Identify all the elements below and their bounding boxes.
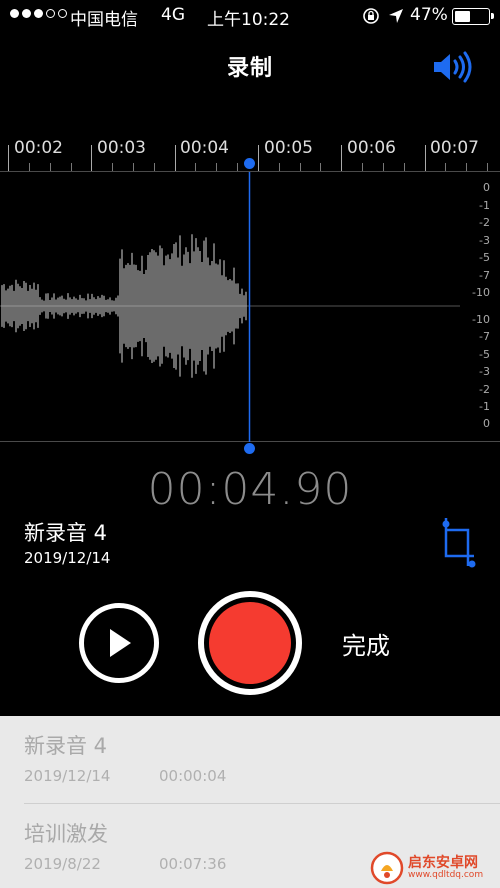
ruler-tick (487, 163, 488, 171)
elapsed-time: 00:04.90 (147, 464, 353, 515)
ruler-tick (49, 163, 51, 171)
play-icon (110, 629, 131, 657)
ruler-tick (28, 163, 30, 171)
ruler-tick (424, 145, 426, 171)
ruler-tick (237, 163, 239, 171)
ruler-tick (70, 163, 72, 171)
watermark: 启东安卓网 www.qdltdq.com (370, 848, 500, 888)
battery-percent: 47% (410, 5, 448, 25)
ruler-label: 00:07 (430, 138, 479, 158)
db-label: -2 (479, 216, 490, 229)
rotation-lock-icon (363, 8, 379, 24)
db-label: -10 (472, 286, 490, 299)
ruler-tick (382, 163, 384, 171)
db-label: -1 (479, 199, 490, 212)
ruler-tick (112, 163, 114, 171)
ruler-tick (466, 163, 468, 171)
list-item-name: 新录音 4 (24, 734, 108, 758)
db-label: -5 (479, 348, 490, 361)
list-item-duration: 00:07:36 (159, 855, 227, 873)
ruler-tick (257, 145, 259, 171)
network-type: 4G (161, 5, 185, 25)
ruler-tick (299, 163, 301, 171)
ruler-label: 00:02 (14, 138, 63, 158)
record-button[interactable] (198, 591, 302, 695)
ruler-tick (153, 163, 155, 171)
list-item-duration: 00:00:04 (159, 767, 227, 785)
ruler-label: 00:04 (180, 138, 229, 158)
list-item-name: 培训激发 (24, 822, 108, 846)
carrier-name: 中国电信 (70, 10, 138, 30)
trim-icon[interactable] (440, 516, 478, 568)
battery-icon (452, 8, 494, 25)
ruler-tick (341, 145, 343, 171)
db-label: -2 (479, 383, 490, 396)
ruler-label: 00:05 (264, 138, 313, 158)
speaker-icon[interactable] (432, 50, 476, 84)
watermark-url: www.qdltdq.com (408, 869, 484, 880)
ruler-tick (278, 163, 280, 171)
ruler-tick (320, 163, 322, 171)
db-label: 0 (483, 181, 490, 194)
list-item-date: 2019/12/14 (24, 767, 111, 785)
list-item[interactable]: 新录音 4 2019/12/14 00:00:04 (0, 716, 500, 804)
ruler-label: 00:03 (97, 138, 146, 158)
ruler-label: 00:06 (347, 138, 396, 158)
ruler-tick (91, 145, 93, 171)
db-label: -5 (479, 251, 490, 264)
db-label: 0 (483, 417, 490, 430)
record-icon (209, 602, 291, 684)
playhead-top-handle[interactable] (244, 158, 255, 169)
db-label: -7 (479, 269, 490, 282)
done-button[interactable]: 完成 (342, 626, 390, 661)
status-time: 上午10:22 (207, 10, 290, 30)
ruler-tick (445, 163, 447, 171)
db-label: -10 (472, 313, 490, 326)
ruler-tick (216, 163, 218, 171)
ruler-tick (195, 163, 197, 171)
status-bar: 中国电信 4G 上午10:22 47% (0, 0, 500, 34)
playhead-bottom-handle[interactable] (244, 443, 255, 454)
ruler-tick (8, 145, 9, 171)
recording-date: 2019/12/14 (24, 549, 111, 567)
recording-name[interactable]: 新录音 4 (24, 517, 107, 547)
ruler-tick (362, 163, 363, 171)
db-label: -3 (479, 234, 490, 247)
ruler-tick (403, 163, 405, 171)
waveform (0, 172, 460, 442)
db-label: -7 (479, 330, 490, 343)
battery-level-fill (455, 11, 471, 22)
signal-strength-icon (10, 9, 67, 18)
db-label: -3 (479, 365, 490, 378)
db-label: -1 (479, 400, 490, 413)
location-arrow-icon (389, 9, 403, 23)
list-item-date: 2019/8/22 (24, 855, 101, 873)
ruler-tick (174, 145, 176, 171)
waveform-area[interactable]: 0 -1 -2 -3 -5 -7 -10 -10 -7 -5 -3 -2 -1 … (0, 172, 500, 442)
watermark-logo-icon (370, 851, 404, 885)
ruler-tick (132, 163, 134, 171)
play-button[interactable] (79, 603, 159, 683)
page-title: 录制 (226, 56, 273, 81)
watermark-text: 启东安卓网 (408, 854, 478, 871)
